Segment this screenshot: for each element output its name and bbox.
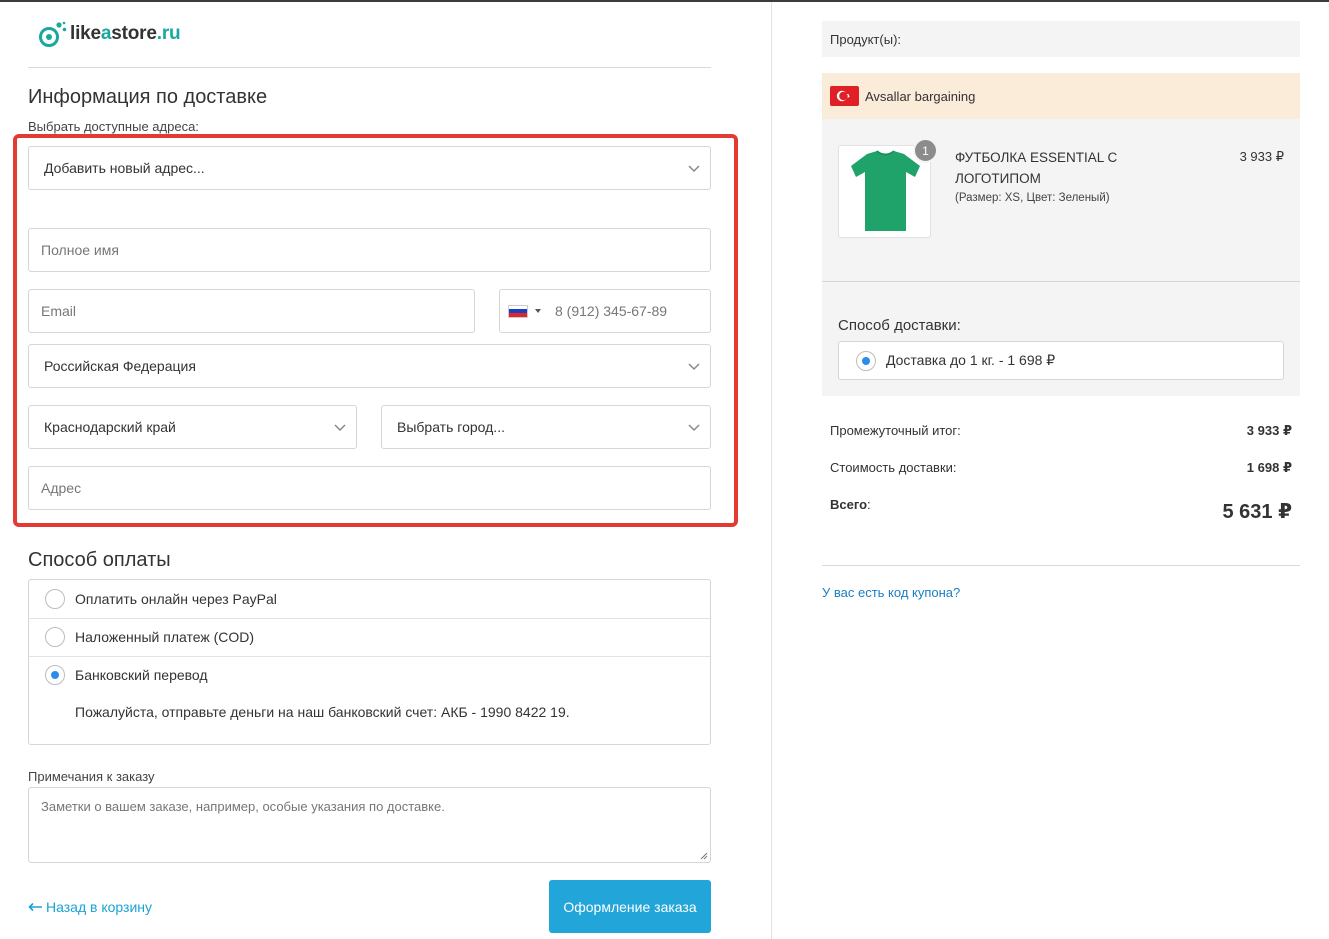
column-divider	[771, 2, 772, 939]
order-notes-label: Примечания к заказу	[28, 769, 155, 784]
order-notes-placeholder: Заметки о вашем заказе, например, особые…	[41, 799, 445, 814]
place-order-button[interactable]: Оформление заказа	[549, 880, 711, 933]
back-to-cart-link[interactable]: Назад в корзину	[28, 899, 152, 915]
logo-text: likeastore.ru	[70, 23, 181, 45]
total-label: Всего	[830, 497, 868, 512]
back-to-cart-label: Назад в корзину	[46, 899, 152, 915]
product-variant: (Размер: XS, Цвет: Зеленый)	[955, 192, 1110, 204]
cart-items-box: 1 ФУТБОЛКА ESSENTIAL С ЛОГОТИПОМ (Размер…	[822, 119, 1300, 396]
shipping-option-label: Доставка до 1 кг. - 1 698 ₽	[886, 352, 1056, 368]
shipping-option[interactable]: Доставка до 1 кг. - 1 698 ₽	[838, 341, 1284, 380]
shipping-cost-row: Стоимость доставки: 1 698 ₽	[830, 460, 1292, 476]
radio-bank-transfer[interactable]	[45, 665, 65, 685]
bank-transfer-note: Пожалуйста, отправьте деньги на наш банк…	[75, 704, 570, 720]
coupon-link[interactable]: У вас есть код купона?	[822, 585, 960, 600]
payment-divider	[29, 618, 710, 619]
payment-option-paypal[interactable]: Оплатить онлайн через PayPal	[29, 589, 710, 609]
payment-options: Оплатить онлайн через PayPal Наложенный …	[28, 579, 711, 745]
payment-option-label: Оплатить онлайн через PayPal	[75, 591, 277, 607]
shipping-cost-label: Стоимость доставки:	[830, 460, 957, 475]
seller-row: Avsallar bargaining	[822, 73, 1300, 119]
header-divider	[28, 67, 711, 68]
total-label-wrap: Всего:	[830, 497, 871, 512]
turkey-flag-icon	[830, 86, 859, 106]
address-select-label: Выбрать доступные адреса:	[28, 119, 199, 134]
window-top-border	[0, 0, 1329, 2]
radio-paypal[interactable]	[45, 589, 65, 609]
payment-option-bank[interactable]: Банковский перевод	[29, 665, 710, 685]
summary-divider	[822, 565, 1300, 566]
shipping-method-title: Способ доставки:	[838, 317, 961, 334]
items-divider	[822, 281, 1300, 282]
highlight-annotation-box	[13, 134, 738, 527]
radio-cod[interactable]	[45, 627, 65, 647]
radio-shipping[interactable]	[856, 350, 876, 371]
subtotal-label: Промежуточный итог:	[830, 423, 961, 438]
product-price: 3 933 ₽	[1239, 149, 1284, 164]
seller-name: Avsallar bargaining	[865, 88, 976, 104]
subtotal-row: Промежуточный итог: 3 933 ₽	[830, 423, 1292, 439]
total-value: 5 631 ₽	[1222, 501, 1292, 523]
logo-icon	[39, 21, 67, 47]
logo-text-a: a	[100, 23, 112, 44]
quantity-badge: 1	[913, 138, 938, 163]
logo-text-like: like	[70, 23, 101, 44]
logo-text-domain: .ru	[156, 23, 181, 44]
product-name: ФУТБОЛКА ESSENTIAL С ЛОГОТИПОМ	[955, 150, 1118, 186]
subtotal-value: 3 933 ₽	[1246, 423, 1292, 438]
payment-divider	[29, 656, 710, 657]
order-notes-textarea[interactable]: Заметки о вашем заказе, например, особые…	[28, 787, 711, 863]
payment-option-label: Наложенный платеж (COD)	[75, 629, 255, 645]
resize-handle-icon[interactable]	[700, 852, 708, 860]
total-row: Всего: 5 631 ₽	[830, 497, 1292, 524]
payment-option-label: Банковский перевод	[75, 667, 208, 683]
arrow-left-icon	[28, 902, 42, 912]
shipping-cost-value: 1 698 ₽	[1246, 460, 1292, 475]
delivery-title: Информация по доставке	[28, 86, 268, 108]
payment-title: Способ оплаты	[28, 549, 171, 571]
store-logo[interactable]: likeastore.ru	[38, 20, 181, 48]
payment-option-cod[interactable]: Наложенный платеж (COD)	[29, 627, 710, 647]
products-header: Продукт(ы):	[822, 21, 1300, 57]
logo-text-store: store	[111, 23, 157, 44]
total-label-colon: :	[867, 497, 871, 512]
